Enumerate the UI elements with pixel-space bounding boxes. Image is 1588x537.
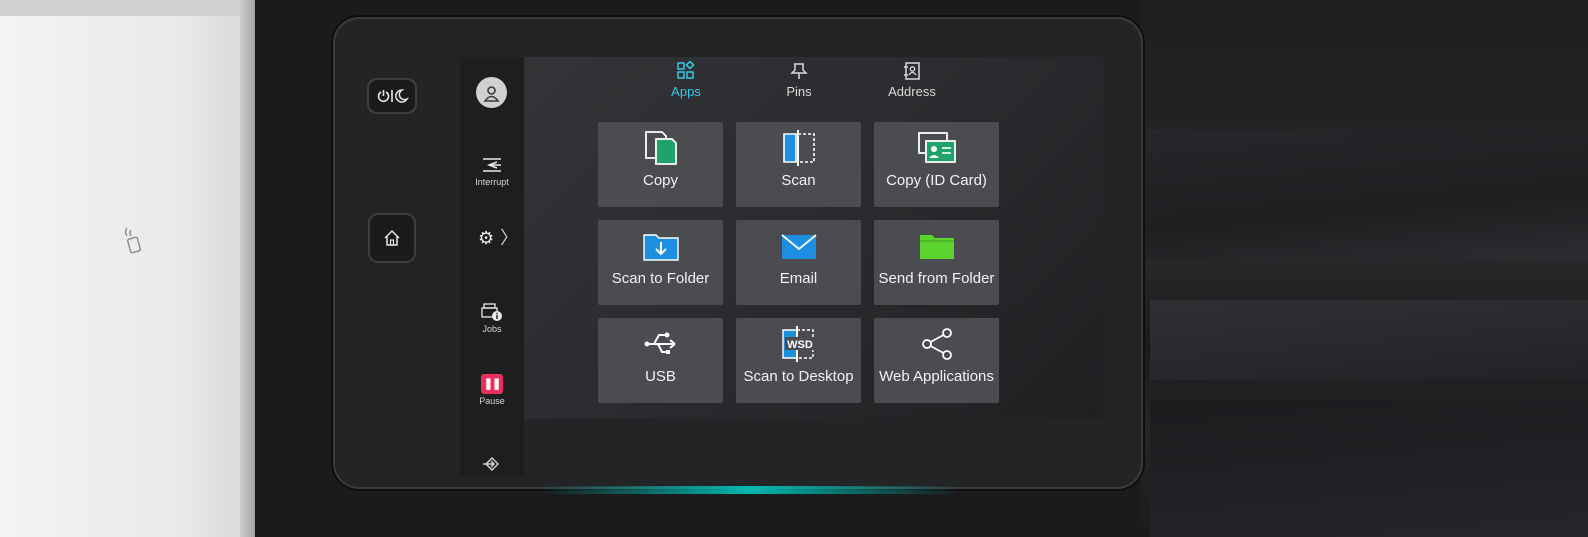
copy-app-label: Copy bbox=[642, 172, 679, 189]
web-applications-app-tile[interactable]: Web Applications bbox=[874, 318, 999, 403]
apps-grid-icon bbox=[646, 60, 726, 82]
jobs-button[interactable]: Jobs bbox=[464, 300, 520, 334]
jobs-label: Jobs bbox=[482, 324, 502, 335]
pause-icon: ❚❚ bbox=[481, 374, 503, 394]
web-applications-app-label: Web Applications bbox=[879, 368, 994, 385]
scan-app-label: Scan bbox=[781, 172, 816, 189]
pause-button[interactable]: ❚❚ Pause bbox=[464, 374, 520, 406]
scan-to-desktop-app-label: Scan to Desktop bbox=[743, 368, 854, 385]
scan-to-folder-app-label: Scan to Folder bbox=[611, 270, 710, 287]
user-icon bbox=[483, 86, 500, 102]
device-settings-button[interactable]: ⚙ 〉 bbox=[478, 226, 522, 250]
usb-icon bbox=[598, 324, 723, 364]
power-sleep-icon bbox=[377, 89, 410, 103]
svg-text:WSD: WSD bbox=[787, 339, 813, 351]
nfc-reader-icon bbox=[118, 220, 148, 260]
tab-address[interactable]: Address bbox=[872, 60, 952, 99]
output-tray-middle bbox=[1150, 300, 1588, 380]
home-button[interactable] bbox=[368, 213, 416, 263]
user-avatar-button[interactable] bbox=[476, 77, 507, 108]
usb-app-tile[interactable]: USB bbox=[598, 318, 723, 403]
folder-icon bbox=[874, 226, 999, 266]
output-tray-lower bbox=[1150, 400, 1588, 537]
jobs-info-icon bbox=[464, 300, 520, 322]
address-book-icon bbox=[872, 60, 952, 82]
pin-icon bbox=[759, 60, 839, 82]
send-from-folder-app-tile[interactable]: Send from Folder bbox=[874, 220, 999, 305]
tab-address-label: Address bbox=[888, 84, 936, 99]
copy-id-card-app-tile[interactable]: Copy (ID Card) bbox=[874, 122, 999, 207]
copy-app-tile[interactable]: Copy bbox=[598, 122, 723, 207]
status-light-bar bbox=[540, 486, 960, 494]
tab-apps[interactable]: Apps bbox=[646, 60, 726, 99]
printer-body-left bbox=[0, 0, 258, 537]
left-rail bbox=[460, 57, 524, 477]
copy-id-card-app-label: Copy (ID Card) bbox=[886, 172, 987, 189]
interrupt-button[interactable]: Interrupt bbox=[464, 153, 520, 187]
share-icon bbox=[874, 324, 999, 364]
scan-app-tile[interactable]: Scan bbox=[736, 122, 861, 207]
scan-icon bbox=[736, 128, 861, 168]
login-arrow-button[interactable] bbox=[480, 455, 504, 475]
gear-icon: ⚙ bbox=[478, 228, 495, 248]
tab-pins[interactable]: Pins bbox=[759, 60, 839, 99]
send-from-folder-app-label: Send from Folder bbox=[878, 270, 995, 287]
scan-to-folder-app-tile[interactable]: Scan to Folder bbox=[598, 220, 723, 305]
id-card-icon bbox=[874, 128, 999, 168]
email-app-tile[interactable]: Email bbox=[736, 220, 861, 305]
login-arrow-icon bbox=[483, 456, 499, 471]
scan-to-desktop-app-tile[interactable]: WSD Scan to Desktop bbox=[736, 318, 861, 403]
power-sleep-button[interactable] bbox=[367, 78, 417, 114]
pause-label: Pause bbox=[479, 396, 505, 406]
printer-top-edge bbox=[0, 0, 250, 16]
chevron-right-icon: 〉 bbox=[500, 228, 519, 248]
tab-pins-label: Pins bbox=[786, 84, 812, 99]
email-app-label: Email bbox=[779, 270, 818, 287]
email-icon bbox=[736, 226, 861, 266]
output-tray-upper bbox=[1140, 130, 1588, 260]
tab-apps-label: Apps bbox=[671, 84, 701, 99]
scan-to-folder-icon bbox=[598, 226, 723, 266]
home-icon bbox=[384, 229, 400, 246]
copy-icon bbox=[598, 128, 723, 168]
wsd-icon: WSD bbox=[736, 324, 861, 364]
interrupt-icon bbox=[464, 153, 520, 175]
usb-app-label: USB bbox=[645, 368, 676, 385]
interrupt-label: Interrupt bbox=[475, 177, 509, 187]
